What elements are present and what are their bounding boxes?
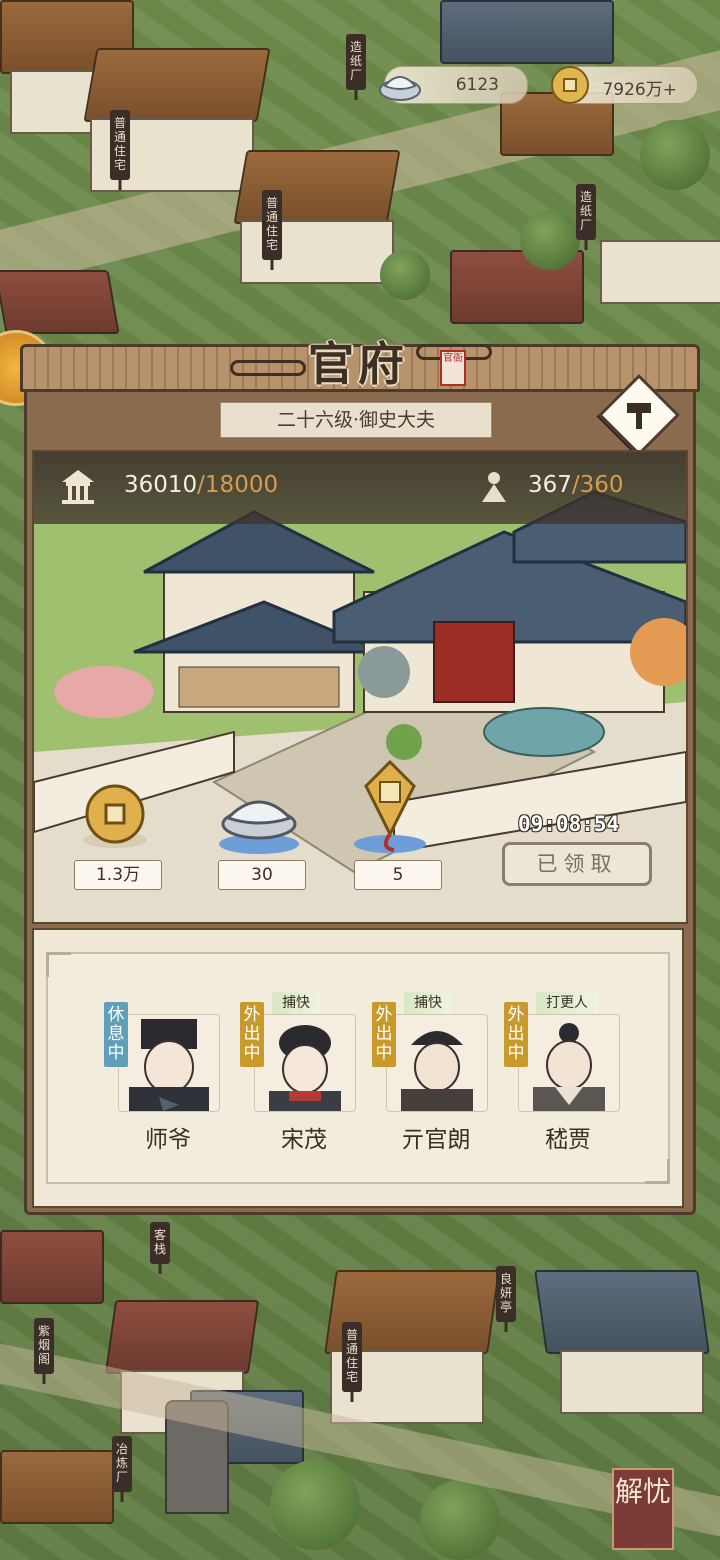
title-seal: 官衙 <box>440 350 466 386</box>
staff-name: 亓官朗 <box>401 1127 471 1153</box>
building-wall <box>600 240 720 304</box>
status-badge: 休息中 <box>104 1002 128 1067</box>
capacity-current: 36010 <box>124 472 198 498</box>
copper-coin-icon <box>551 66 589 104</box>
population-stat: 367/360 <box>528 472 624 498</box>
claim-timer: 09:08:54 <box>518 812 620 836</box>
town-sign[interactable]: 普通住宅 <box>262 190 282 260</box>
building-roof <box>0 270 120 334</box>
staff-role: 捕快 <box>272 992 320 1014</box>
building-roof <box>233 150 401 224</box>
staff-member[interactable]: 捕快 外出中 宋茂 <box>240 992 364 1174</box>
rank-label: 二十六级·御史大夫 <box>220 402 492 438</box>
tree <box>640 120 710 190</box>
corner-ornament <box>645 1159 670 1184</box>
town-sign[interactable]: 普通住宅 <box>110 110 130 180</box>
staff-role: 打更人 <box>536 992 598 1014</box>
constable-portrait <box>269 1025 341 1111</box>
avatar <box>254 1014 356 1112</box>
building-roof <box>534 1270 710 1354</box>
avatar <box>518 1014 620 1112</box>
population-max: /360 <box>571 472 624 498</box>
silver-ingot-icon <box>379 76 421 101</box>
advisor-portrait <box>129 1019 209 1111</box>
status-badge: 外出中 <box>504 1002 528 1067</box>
town-sign[interactable]: 紫烟阁 <box>34 1318 54 1374</box>
building-wall <box>560 1350 704 1414</box>
reward-coin-amount: 1.3万 <box>74 860 162 890</box>
avatar <box>118 1014 220 1112</box>
staff-member[interactable]: 捕快 外出中 亓官朗 <box>372 992 496 1174</box>
tree <box>270 1460 360 1550</box>
population-icon <box>482 472 506 502</box>
town-sign[interactable]: 普通住宅 <box>342 1322 362 1392</box>
staff-name: 嵇贾 <box>545 1127 591 1153</box>
town-sign[interactable]: 冶炼厂 <box>112 1436 132 1492</box>
mansion-scene: 36010/18000 367/360 1.3万 30 5 09:08:54 已… <box>32 450 688 924</box>
staff-member[interactable]: 休息中 师爷 <box>104 1002 228 1174</box>
coin-amount: 7926万+ <box>602 80 677 100</box>
staff-role: 捕快 <box>404 992 452 1014</box>
watchman-portrait <box>533 1023 605 1111</box>
staff-member[interactable]: 打更人 外出中 嵇贾 <box>504 992 628 1174</box>
reward-token-amount: 5 <box>354 860 442 890</box>
capacity-max: /18000 <box>197 472 279 498</box>
reward-silver-amount: 30 <box>218 860 306 890</box>
claim-button[interactable]: 已领取 <box>502 842 652 886</box>
panel-title: 官府 <box>308 337 408 391</box>
avatar <box>386 1014 488 1112</box>
copper-coin-icon <box>83 784 147 848</box>
population-current: 367 <box>528 472 572 498</box>
tree <box>420 1480 500 1560</box>
hammer-icon <box>627 403 651 429</box>
relief-button[interactable]: 解忧 <box>612 1468 674 1550</box>
staff-card: 休息中 师爷 捕快 外出中 宋茂 捕快 外出中 亓官朗 打更人 外出中 嵇贾 <box>46 952 670 1184</box>
town-sign[interactable]: 客栈 <box>150 1222 170 1264</box>
building-roof <box>0 1230 104 1304</box>
corner-ornament <box>46 952 71 977</box>
staff-name: 宋茂 <box>281 1127 327 1153</box>
coin-counter[interactable]: 7926万+ <box>551 66 698 104</box>
pavilion-icon <box>62 470 94 504</box>
tree <box>520 210 580 270</box>
status-badge: 外出中 <box>240 1002 264 1067</box>
stats-bar: 36010/18000 367/360 <box>34 452 686 524</box>
staff-section: 休息中 师爷 捕快 外出中 宋茂 捕快 外出中 亓官朗 打更人 外出中 嵇贾 <box>32 928 684 1208</box>
staff-name: 师爷 <box>145 1127 191 1153</box>
capacity-stat: 36010/18000 <box>124 472 278 498</box>
town-sign[interactable]: 良妍亭 <box>496 1266 516 1322</box>
title-plate: 官府 <box>230 322 492 392</box>
token-icon <box>354 759 426 853</box>
building-roof <box>440 0 614 64</box>
government-office-panel: 官府 官衙 二十六级·御史大夫 36010/18000 367/360 1.3万… <box>20 337 700 1215</box>
building-roof <box>0 1450 114 1524</box>
silver-amount: 6123 <box>455 75 499 95</box>
silver-ingot-icon <box>219 800 299 854</box>
status-badge: 外出中 <box>372 1002 396 1067</box>
town-sign[interactable]: 造纸厂 <box>576 184 596 240</box>
town-sign[interactable]: 造纸厂 <box>346 34 366 90</box>
constable-portrait <box>401 1031 473 1111</box>
silver-counter[interactable]: 6123 <box>379 66 528 104</box>
building-roof <box>104 1300 260 1374</box>
tree <box>380 250 430 300</box>
